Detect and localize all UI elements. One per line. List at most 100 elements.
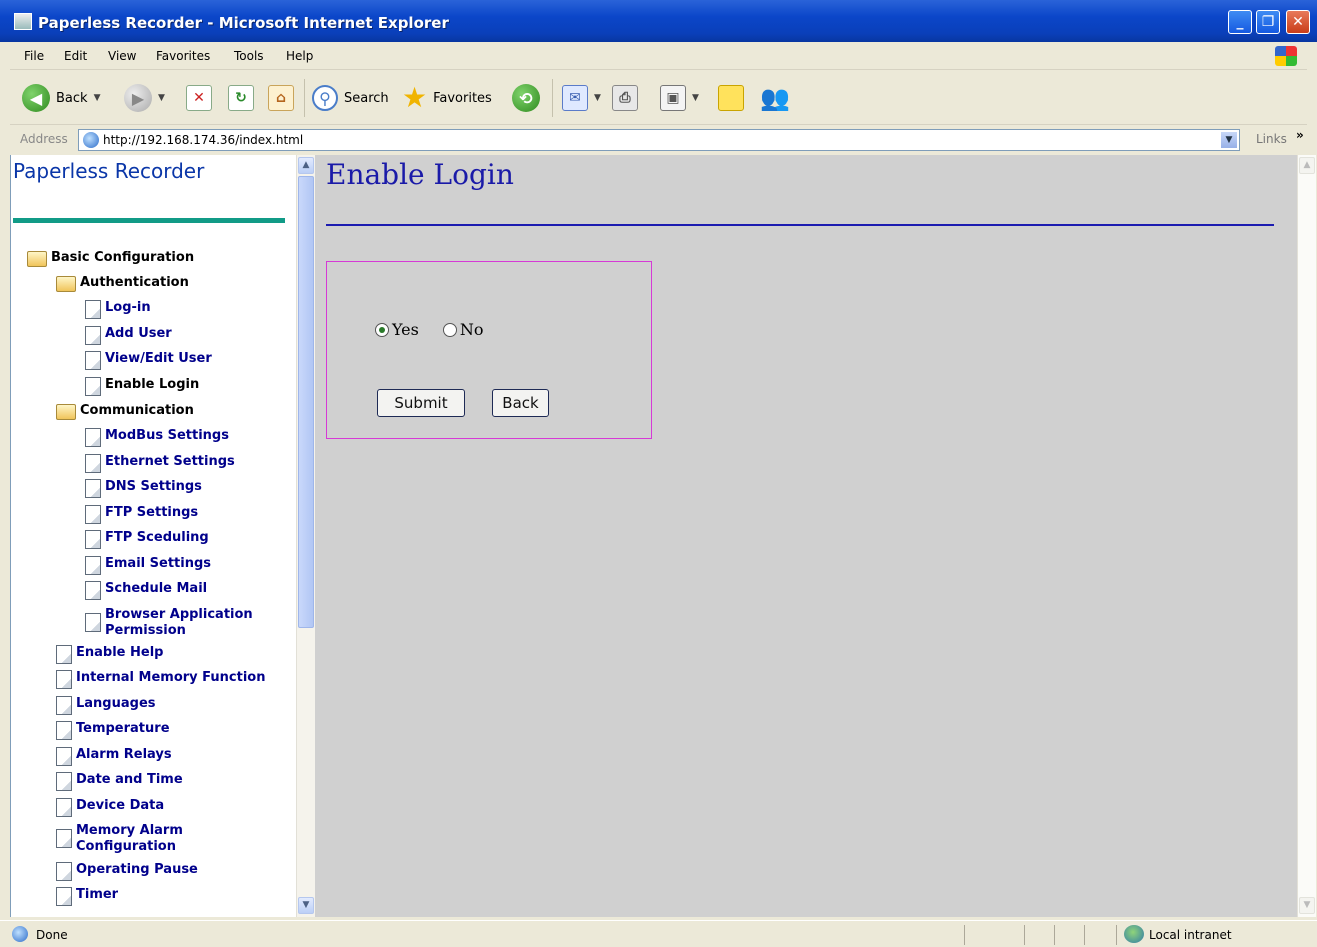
messenger-button[interactable]: 👥 bbox=[760, 83, 790, 113]
history-button[interactable]: ⟲ bbox=[512, 83, 540, 113]
forward-button[interactable]: ▶ ▼ bbox=[124, 83, 165, 113]
radio-option-yes[interactable]: Yes bbox=[375, 320, 419, 339]
scroll-down-icon[interactable]: ▼ bbox=[298, 897, 314, 914]
status-divider bbox=[1084, 925, 1085, 945]
nav-link-add-user[interactable]: Add User bbox=[85, 326, 172, 345]
page-icon bbox=[85, 300, 101, 319]
stop-icon: ✕ bbox=[186, 85, 212, 111]
search-button[interactable]: ⚲ Search bbox=[312, 83, 389, 113]
nav-link-timer[interactable]: Timer bbox=[56, 887, 118, 906]
radio-yes[interactable] bbox=[375, 322, 389, 337]
nav-link-log-in[interactable]: Log-in bbox=[85, 300, 151, 319]
mail-icon: ✉ bbox=[562, 85, 588, 111]
nav-link-internal-memory-function[interactable]: Internal Memory Function bbox=[56, 670, 266, 689]
menu-view[interactable]: View bbox=[108, 49, 136, 63]
tree-folder-basic-configuration[interactable]: Basic Configuration bbox=[27, 250, 194, 267]
tree-label: Timer bbox=[76, 887, 119, 902]
home-button[interactable]: ⌂ bbox=[268, 83, 294, 113]
status-divider bbox=[1024, 925, 1025, 945]
mail-button[interactable]: ✉ ▼ bbox=[562, 83, 601, 113]
nav-link-ftp-sceduling[interactable]: FTP Sceduling bbox=[85, 530, 209, 549]
tree-label: ModBus Settings bbox=[105, 428, 229, 443]
nav-link-email-settings[interactable]: Email Settings bbox=[85, 556, 211, 575]
title-divider bbox=[326, 224, 1274, 226]
status-text: Done bbox=[36, 928, 68, 942]
favorites-button[interactable]: ★ Favorites bbox=[402, 83, 492, 113]
refresh-button[interactable]: ↻ bbox=[228, 83, 254, 113]
nav-link-ethernet-settings[interactable]: Ethernet Settings bbox=[85, 454, 235, 473]
favorites-button-label: Favorites bbox=[433, 90, 492, 106]
submit-button[interactable]: Submit bbox=[377, 389, 465, 417]
menu-help[interactable]: Help bbox=[286, 49, 313, 63]
ie-page-icon bbox=[14, 13, 32, 30]
back-dropdown-icon[interactable]: ▼ bbox=[94, 93, 101, 103]
radio-option-no[interactable]: No bbox=[442, 320, 484, 339]
scroll-up-icon[interactable]: ▲ bbox=[1299, 157, 1315, 174]
address-dropdown-icon[interactable]: ▼ bbox=[1220, 131, 1238, 149]
nav-link-operating-pause[interactable]: Operating Pause bbox=[56, 862, 198, 881]
discuss-button[interactable] bbox=[718, 83, 744, 113]
nav-link-dns-settings[interactable]: DNS Settings bbox=[85, 479, 202, 498]
nav-link-alarm-relays[interactable]: Alarm Relays bbox=[56, 747, 172, 766]
nav-link-enable-login[interactable]: Enable Login bbox=[85, 377, 199, 396]
minimize-button[interactable]: _ bbox=[1228, 10, 1252, 34]
home-icon: ⌂ bbox=[268, 85, 294, 111]
page-title: Enable Login bbox=[326, 158, 514, 191]
tree-label: FTP Settings bbox=[105, 505, 199, 520]
search-icon: ⚲ bbox=[312, 85, 338, 111]
ie-page-icon bbox=[83, 132, 99, 148]
menu-tools[interactable]: Tools bbox=[234, 49, 264, 63]
nav-link-modbus-settings[interactable]: ModBus Settings bbox=[85, 428, 229, 447]
history-icon: ⟲ bbox=[512, 84, 540, 112]
nav-link-ftp-settings[interactable]: FTP Settings bbox=[85, 505, 198, 524]
menu-file[interactable]: File bbox=[24, 49, 44, 63]
nav-link-languages[interactable]: Languages bbox=[56, 696, 156, 715]
tree-label: Email Settings bbox=[105, 556, 211, 571]
links-label[interactable]: Links bbox=[1256, 132, 1287, 146]
windows-logo-icon bbox=[1275, 46, 1297, 66]
tree-folder-communication[interactable]: Communication bbox=[56, 403, 194, 420]
address-input[interactable]: http://192.168.174.36/index.html ▼ bbox=[78, 129, 1240, 151]
nav-link-enable-help[interactable]: Enable Help bbox=[56, 645, 163, 664]
edit-button[interactable]: ▣ ▼ bbox=[660, 83, 699, 113]
back-form-button[interactable]: Back bbox=[492, 389, 549, 417]
forward-dropdown-icon[interactable]: ▼ bbox=[158, 93, 165, 103]
menu-edit[interactable]: Edit bbox=[64, 49, 87, 63]
stop-button[interactable]: ✕ bbox=[186, 83, 212, 113]
nav-link-schedule-mail[interactable]: Schedule Mail bbox=[85, 581, 207, 600]
tree-label: Memory Alarm Configuration bbox=[76, 823, 183, 854]
print-button[interactable]: ⎙ bbox=[612, 83, 638, 113]
maximize-button[interactable]: ❐ bbox=[1256, 10, 1280, 34]
page-icon bbox=[85, 556, 101, 575]
page-icon bbox=[56, 862, 72, 881]
menu-favorites[interactable]: Favorites bbox=[156, 49, 210, 63]
main-frame: Enable Login Yes No Submit Back bbox=[315, 155, 1298, 917]
nav-link-temperature[interactable]: Temperature bbox=[56, 721, 170, 740]
links-chevron-icon[interactable]: » bbox=[1296, 128, 1304, 142]
nav-link-browser-application-permission[interactable]: Browser Application Permission bbox=[85, 607, 265, 639]
navigation-scrollbar[interactable]: ▲ ▼ bbox=[296, 155, 315, 917]
scroll-down-icon[interactable]: ▼ bbox=[1299, 897, 1315, 914]
address-url: http://192.168.174.36/index.html bbox=[103, 133, 304, 147]
scroll-up-icon[interactable]: ▲ bbox=[298, 157, 314, 174]
nav-link-memory-alarm-configuration[interactable]: Memory Alarm Configuration bbox=[56, 823, 216, 855]
scroll-thumb[interactable] bbox=[298, 176, 314, 628]
nav-link-view-edit-user[interactable]: View/Edit User bbox=[85, 351, 212, 370]
nav-link-device-data[interactable]: Device Data bbox=[56, 798, 164, 817]
tree-folder-authentication[interactable]: Authentication bbox=[56, 275, 189, 292]
search-button-label: Search bbox=[344, 90, 389, 106]
page-icon bbox=[56, 696, 72, 715]
nav-link-date-and-time[interactable]: Date and Time bbox=[56, 772, 183, 791]
tree-label: Languages bbox=[76, 696, 156, 711]
security-zone-label: Local intranet bbox=[1149, 928, 1232, 942]
edit-dropdown-icon[interactable]: ▼ bbox=[692, 93, 699, 103]
radio-no[interactable] bbox=[442, 322, 457, 337]
back-button[interactable]: ◀ Back ▼ bbox=[22, 83, 100, 113]
tree-label: Temperature bbox=[76, 721, 170, 736]
main-scrollbar[interactable]: ▲ ▼ bbox=[1297, 155, 1316, 917]
close-button[interactable]: ✕ bbox=[1286, 10, 1310, 34]
mail-dropdown-icon[interactable]: ▼ bbox=[594, 93, 601, 103]
local-intranet-icon bbox=[1124, 925, 1144, 943]
tree-label: Alarm Relays bbox=[76, 747, 172, 762]
window-title-bar[interactable]: Paperless Recorder - Microsoft Internet … bbox=[0, 0, 1317, 42]
